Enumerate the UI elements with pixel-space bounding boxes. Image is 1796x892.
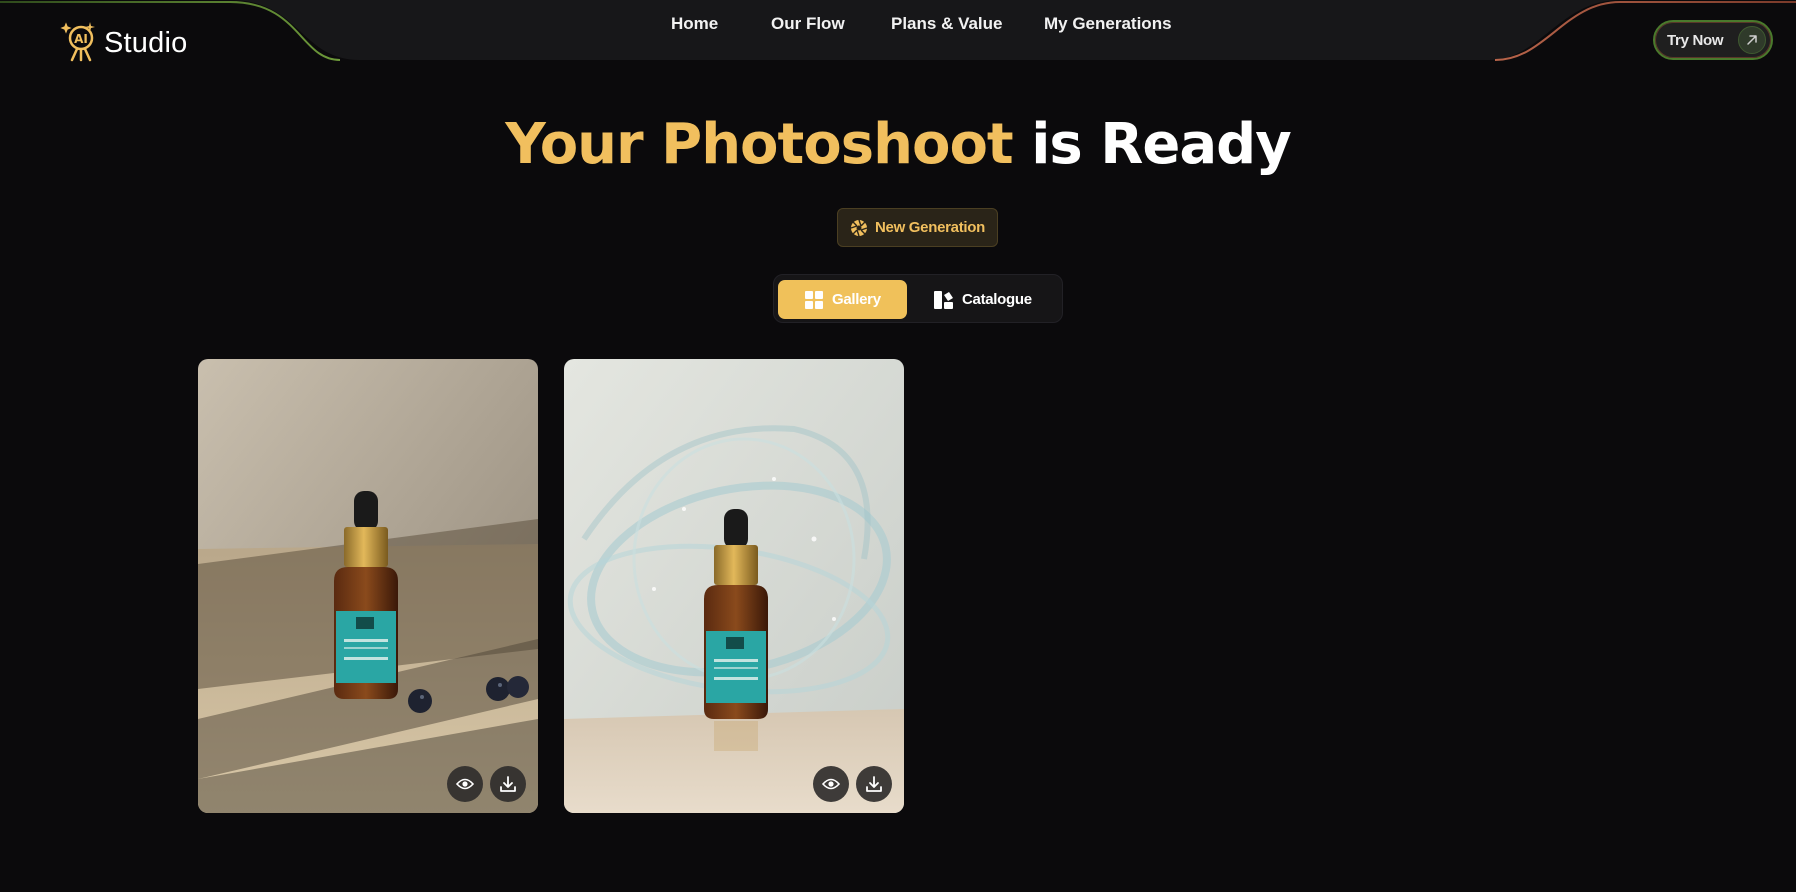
view-image-button[interactable] [447, 766, 483, 802]
nav-link-my-generations[interactable]: My Generations [1044, 14, 1172, 34]
nav-link-home[interactable]: Home [671, 14, 718, 34]
tab-gallery-label: Gallery [832, 291, 881, 308]
brand-name: Studio [104, 26, 188, 59]
page-title-accent: Your Photoshoot [505, 112, 1013, 177]
serum-photo-splash [564, 359, 904, 813]
gallery-image-2[interactable] [564, 359, 904, 813]
try-now-button[interactable]: Try Now [1653, 20, 1773, 60]
serum-photo-blueberries [198, 359, 538, 813]
eye-icon [822, 778, 840, 790]
page-title-rest: is Ready [1031, 112, 1292, 177]
ai-camera-logo-icon: AI [60, 22, 95, 62]
grid-icon [805, 290, 823, 309]
tab-catalogue-label: Catalogue [962, 291, 1032, 308]
top-nav: AI Studio Home Our Flow Plans & Value My… [0, 0, 1796, 62]
arrow-up-right-icon [1738, 26, 1766, 54]
eye-icon [456, 778, 474, 790]
brand-logo[interactable]: AI Studio [60, 20, 187, 62]
aperture-icon [850, 219, 868, 236]
tab-gallery[interactable]: Gallery [778, 280, 907, 319]
gallery-image-1[interactable] [198, 359, 538, 813]
nav-link-plans-value[interactable]: Plans & Value [891, 14, 1003, 34]
tab-catalogue[interactable]: Catalogue [934, 280, 1054, 319]
new-generation-button[interactable]: New Generation [837, 208, 998, 247]
nav-link-our-flow[interactable]: Our Flow [771, 14, 845, 34]
download-icon [500, 776, 516, 792]
view-toggle: Gallery Catalogue [773, 274, 1063, 323]
page-title: Your Photoshoot is Ready [0, 112, 1796, 177]
try-now-label: Try Now [1667, 31, 1724, 49]
catalogue-icon [934, 290, 953, 309]
logo-badge-text: AI [74, 32, 88, 46]
download-icon [866, 776, 882, 792]
page: AI Studio Home Our Flow Plans & Value My… [0, 0, 1796, 892]
download-image-button[interactable] [490, 766, 526, 802]
new-generation-label: New Generation [875, 219, 985, 236]
download-image-button[interactable] [856, 766, 892, 802]
view-image-button[interactable] [813, 766, 849, 802]
